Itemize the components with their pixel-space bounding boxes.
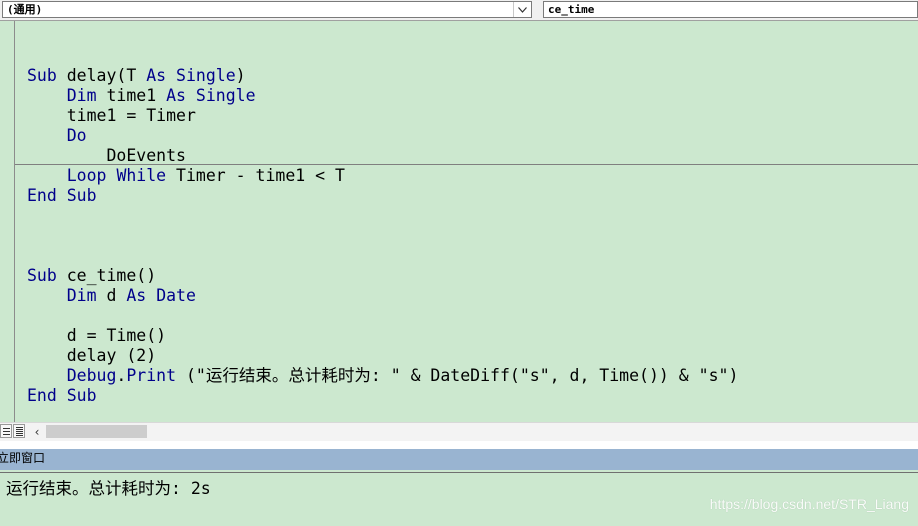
keyword-token: Single <box>195 86 256 105</box>
code-line[interactable]: Dim d As Date <box>27 286 738 306</box>
procedure-delay: Sub delay(T As Single) Dim time1 As Sing… <box>27 66 738 206</box>
horizontal-scrollbar-row: ‹ <box>0 422 918 441</box>
keyword-token: Sub <box>27 66 57 85</box>
object-dropdown[interactable]: (通用) <box>2 1 532 18</box>
arrow-left-icon[interactable]: ‹ <box>30 423 44 441</box>
keyword-token: Debug <box>66 366 117 385</box>
procedure-dropdown-value: ce_time <box>548 3 595 16</box>
panel-divider <box>0 441 918 449</box>
keyword-token: Dim <box>66 286 97 305</box>
code-line[interactable]: Loop While Timer - time1 < T <box>27 166 738 186</box>
procedure-separator <box>15 164 918 165</box>
code-line[interactable]: Do <box>27 126 738 146</box>
code-token: d = Time() <box>27 326 167 345</box>
procedure-dropdown[interactable]: ce_time <box>543 1 918 18</box>
code-line[interactable]: Debug.Print ("运行结束。总计耗时为: " & DateDiff("… <box>27 366 739 386</box>
code-token: . <box>116 366 127 385</box>
code-line[interactable]: DoEvents <box>27 146 738 166</box>
keyword-token: Sub <box>27 266 57 285</box>
keyword-token: As <box>126 286 147 305</box>
code-line[interactable]: Dim time1 As Single <box>27 86 738 106</box>
chevron-down-icon[interactable] <box>513 2 531 17</box>
code-window-toolbar: (通用) ce_time <box>0 0 918 21</box>
code-token: delay (2) <box>27 346 157 365</box>
full-module-view-icon[interactable] <box>13 424 25 438</box>
horizontal-scroll-thumb[interactable] <box>46 425 147 438</box>
immediate-window-output[interactable]: 运行结束。总计耗时为: 2s <box>6 479 211 499</box>
code-line[interactable]: Sub delay(T As Single) <box>27 66 738 86</box>
keyword-token: Print <box>126 366 177 385</box>
code-line[interactable]: d = Time() <box>27 326 738 346</box>
code-token: Timer - time1 < T <box>166 166 345 185</box>
keyword-token: As <box>166 86 186 105</box>
keyword-token: Loop <box>66 166 107 185</box>
object-dropdown-value: (通用) <box>7 3 43 16</box>
keyword-token: Sub <box>66 386 97 405</box>
procedure-ce-time: Sub ce_time() Dim d As Date d = Time() d… <box>27 246 738 406</box>
keyword-token: Sub <box>66 186 97 205</box>
code-line[interactable] <box>27 306 738 326</box>
code-editor[interactable]: Sub delay(T As Single) Dim time1 As Sing… <box>0 21 918 422</box>
code-line[interactable]: Sub ce_time() <box>27 266 738 286</box>
keyword-token: As <box>146 66 167 85</box>
keyword-token: Single <box>176 66 236 85</box>
code-line[interactable]: delay (2) <box>27 346 738 366</box>
code-token: delay(T <box>56 66 147 85</box>
code-token: ) <box>235 66 246 85</box>
code-text[interactable]: Sub delay(T As Single) Dim time1 As Sing… <box>27 26 738 446</box>
keyword-token: Do <box>66 126 87 145</box>
immediate-window-title[interactable]: 立即窗口 <box>0 449 918 470</box>
watermark: https://blog.csdn.net/STR_Liang <box>709 496 909 512</box>
code-line[interactable]: End Sub <box>27 186 738 206</box>
keyword-token: End <box>27 186 57 205</box>
keyword-token: Dim <box>66 86 97 105</box>
code-token: d <box>96 286 127 305</box>
procedure-view-icon[interactable] <box>0 424 12 438</box>
code-token: time1 <box>96 86 167 105</box>
keyword-token: End <box>27 386 57 405</box>
keyword-token: Date <box>156 286 196 305</box>
code-line[interactable] <box>27 246 738 266</box>
code-line[interactable]: time1 = Timer <box>27 106 738 126</box>
code-token: time1 = Timer <box>27 106 196 125</box>
code-token: ce_time() <box>56 266 157 285</box>
code-token: ("运行结束。总计耗时为: " & DateDiff("s", d, Time(… <box>176 366 739 385</box>
keyword-token: While <box>116 166 167 185</box>
code-token: DoEvents <box>27 146 186 165</box>
code-line[interactable]: End Sub <box>27 386 738 406</box>
margin-indicator-bar[interactable] <box>0 21 15 422</box>
